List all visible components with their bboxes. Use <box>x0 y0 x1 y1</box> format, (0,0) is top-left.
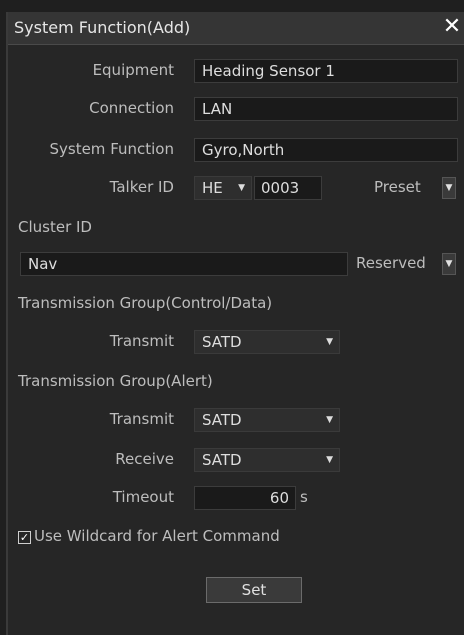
timeout-label: Timeout <box>112 488 174 506</box>
tg-control-transmit-label: Transmit <box>109 332 174 350</box>
tg-alert-receive-dropdown[interactable]: SATD ▼ <box>194 448 340 472</box>
tg-control-transmit-value: SATD <box>202 333 242 351</box>
talker-prefix-dropdown[interactable]: HE ▼ <box>194 176 252 200</box>
set-button[interactable]: Set <box>206 577 302 603</box>
equipment-field[interactable]: Heading Sensor 1 <box>194 59 458 83</box>
timeout-unit: s <box>300 488 308 506</box>
connection-label: Connection <box>89 99 174 117</box>
talker-id-label: Talker ID <box>109 178 174 196</box>
reserved-label: Reserved <box>356 254 426 272</box>
talker-prefix-value: HE <box>202 179 223 197</box>
system-function-field[interactable]: Gyro,North <box>194 138 458 162</box>
tg-control-heading: Transmission Group(Control/Data) <box>18 294 273 312</box>
talker-number-field[interactable]: 0003 <box>254 176 322 200</box>
timeout-field[interactable]: 60 <box>194 486 296 510</box>
dialog-title: System Function(Add) <box>14 18 191 37</box>
cluster-id-field[interactable]: Nav <box>20 252 348 276</box>
reserved-dropdown-button[interactable]: ▼ <box>442 253 456 275</box>
tg-control-transmit-dropdown[interactable]: SATD ▼ <box>194 330 340 354</box>
cluster-id-label: Cluster ID <box>18 218 92 236</box>
tg-alert-receive-label: Receive <box>115 450 174 468</box>
chevron-down-icon: ▼ <box>326 337 333 347</box>
wildcard-checkbox[interactable]: ✓ <box>18 531 31 544</box>
tg-alert-receive-value: SATD <box>202 451 242 469</box>
tg-alert-transmit-label: Transmit <box>109 410 174 428</box>
chevron-down-icon: ▼ <box>326 455 333 465</box>
equipment-label: Equipment <box>92 61 174 79</box>
chevron-down-icon: ▼ <box>445 183 453 193</box>
connection-field[interactable]: LAN <box>194 97 458 121</box>
chevron-down-icon: ▼ <box>326 415 333 425</box>
tg-alert-heading: Transmission Group(Alert) <box>18 372 213 390</box>
close-icon[interactable]: ✕ <box>440 14 464 40</box>
system-function-dialog: System Function(Add) ✕ Equipment Heading… <box>6 12 464 635</box>
preset-label: Preset <box>374 178 421 196</box>
tg-alert-transmit-value: SATD <box>202 411 242 429</box>
preset-dropdown-button[interactable]: ▼ <box>442 177 456 199</box>
check-icon: ✓ <box>19 531 30 544</box>
system-function-label: System Function <box>49 140 174 158</box>
chevron-down-icon: ▼ <box>238 183 245 193</box>
dialog-titlebar: System Function(Add) ✕ <box>8 12 464 45</box>
wildcard-label: Use Wildcard for Alert Command <box>34 527 280 545</box>
chevron-down-icon: ▼ <box>445 259 453 269</box>
tg-alert-transmit-dropdown[interactable]: SATD ▼ <box>194 408 340 432</box>
